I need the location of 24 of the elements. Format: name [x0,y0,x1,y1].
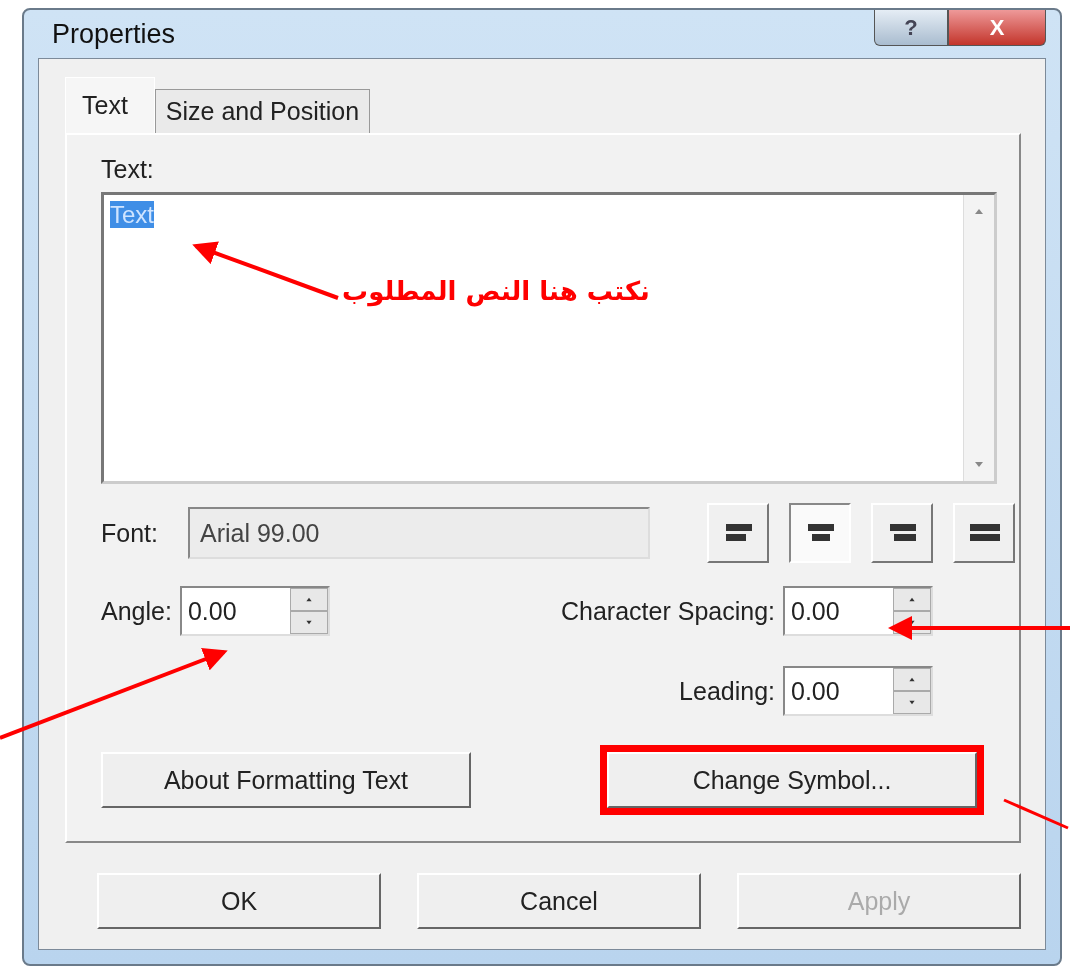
annotation-line [1003,798,1069,830]
annotation-text: نكتب هنا النص المطلوب [342,276,650,306]
field-label: Text: [101,155,155,184]
field-label: Character Spacing: [561,596,775,626]
dialog-button[interactable]: Cancel [417,873,701,929]
scrollbar[interactable] [963,195,994,481]
about-formatting-button[interactable]: About Formatting Text [101,752,471,808]
window-title: Properties [51,18,176,50]
field-label: Angle: [101,596,172,626]
align-center-button[interactable] [789,503,851,563]
dialog-button[interactable]: OK [97,873,381,929]
field-label: Font: [101,518,158,548]
align-right-button[interactable] [871,503,933,563]
align-full-button[interactable] [953,503,1015,563]
tab[interactable]: Text [65,77,155,133]
scroll-down-icon[interactable] [973,461,985,469]
tab[interactable]: Size and Position [154,89,371,133]
scroll-up-icon[interactable] [973,207,985,215]
change-symbol-button[interactable]: Change Symbol... [607,752,977,808]
field-label: Leading: [679,676,775,706]
help-button[interactable]: ? [874,10,948,46]
align-left-button[interactable] [707,503,769,563]
font-field: Arial 99.00 [188,507,650,559]
selected-text: Text [110,201,154,228]
